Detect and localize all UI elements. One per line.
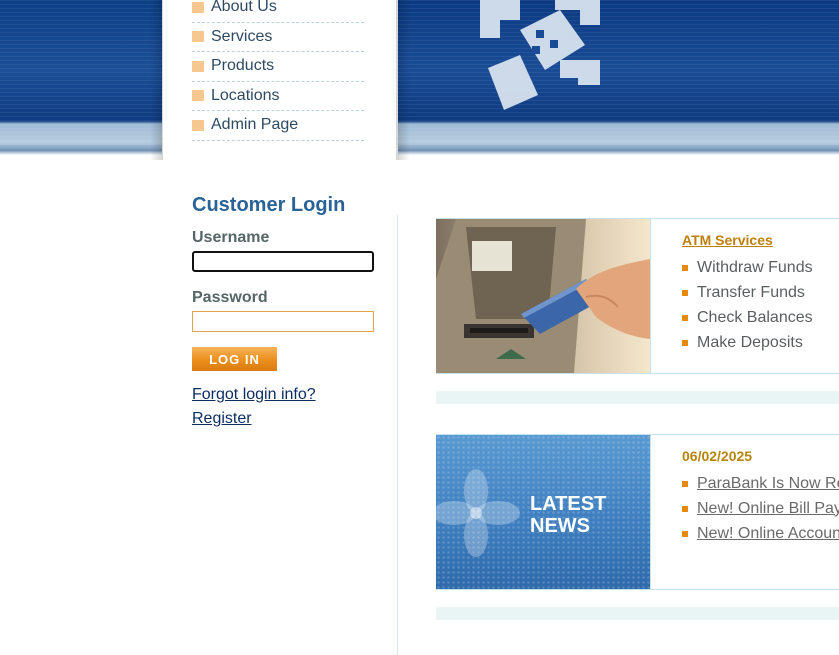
latest-news-image: LATEST NEWS [436,435,650,589]
banner-shadow [396,0,410,160]
atm-service-item: Check Balances [697,308,813,326]
menu-link-services[interactable]: Services [211,28,272,46]
password-input[interactable] [192,311,374,332]
forgot-login-link[interactable]: Forgot login info? [192,386,316,404]
square-bullet-icon [192,60,204,72]
column-divider [397,215,398,655]
latest-news-caption-line: LATEST [530,493,607,515]
menu-item-services: Services [192,23,364,52]
atm-service-item: Make Deposits [697,333,803,351]
square-bullet-icon [192,119,204,131]
atm-illustration-icon [436,219,650,373]
menu-item-about-us: About Us [192,0,364,23]
menu-link-products[interactable]: Products [211,57,274,75]
square-bullet-icon [192,31,204,43]
password-label: Password [192,289,268,306]
atm-services-panel: ATM Services Withdraw Funds Transfer Fun… [436,218,839,374]
latest-news-caption-line: NEWS [530,515,590,537]
news-date: 06/02/2025 [682,448,753,464]
menu-link-admin-page[interactable]: Admin Page [211,116,298,134]
banner-left-graphic [0,0,162,155]
list-item: Make Deposits [682,330,813,355]
menu-link-locations[interactable]: Locations [211,87,280,105]
panel-separator [436,391,839,404]
list-item: New! Online Account [682,521,839,546]
square-bullet-icon [682,264,688,271]
atm-service-item: Transfer Funds [697,283,805,301]
left-nav-menu: About Us Services Products Locations Adm… [192,0,364,141]
atm-card-image [436,219,650,373]
banner-shadow [150,0,164,160]
login-title: Customer Login [192,194,346,216]
square-bullet-icon [192,1,204,13]
atm-services-side: ATM Services Withdraw Funds Transfer Fun… [650,219,839,373]
register-link[interactable]: Register [192,410,252,428]
square-bullet-icon [682,480,688,487]
panel-separator [436,607,839,620]
list-item: Check Balances [682,305,813,330]
news-link[interactable]: New! Online Account [697,525,839,543]
square-bullet-icon [682,289,688,296]
news-link[interactable]: ParaBank Is Now Re [697,475,839,493]
atm-services-list: Withdraw Funds Transfer Funds Check Bala… [682,255,813,355]
banner-right-graphic [398,0,839,155]
username-input[interactable] [192,251,374,272]
menu-item-products: Products [192,52,364,82]
latest-news-side: 06/02/2025 ParaBank Is Now Re New! Onlin… [650,435,839,589]
square-bullet-icon [682,505,688,512]
list-item: ParaBank Is Now Re [682,471,839,496]
parabank-logo-icon [480,0,600,110]
list-item: Withdraw Funds [682,255,813,280]
login-button[interactable]: LOG IN [192,347,277,371]
news-list: ParaBank Is Now Re New! Online Bill Pay … [682,471,839,546]
latest-news-panel: LATEST NEWS 06/02/2025 ParaBank Is Now R… [436,434,839,590]
header-banner [0,0,839,160]
atm-service-item: Withdraw Funds [697,258,813,276]
menu-item-admin-page: Admin Page [192,111,364,141]
list-item: New! Online Bill Pay [682,496,839,521]
news-link[interactable]: New! Online Bill Pay [697,500,839,518]
menu-item-locations: Locations [192,82,364,111]
list-item: Transfer Funds [682,280,813,305]
square-bullet-icon [682,530,688,537]
square-bullet-icon [682,339,688,346]
username-label: Username [192,229,270,246]
menu-link-about-us[interactable]: About Us [211,0,277,16]
square-bullet-icon [682,314,688,321]
square-bullet-icon [192,90,204,102]
atm-services-heading[interactable]: ATM Services [682,232,773,248]
latest-news-caption: LATEST NEWS [530,493,606,537]
